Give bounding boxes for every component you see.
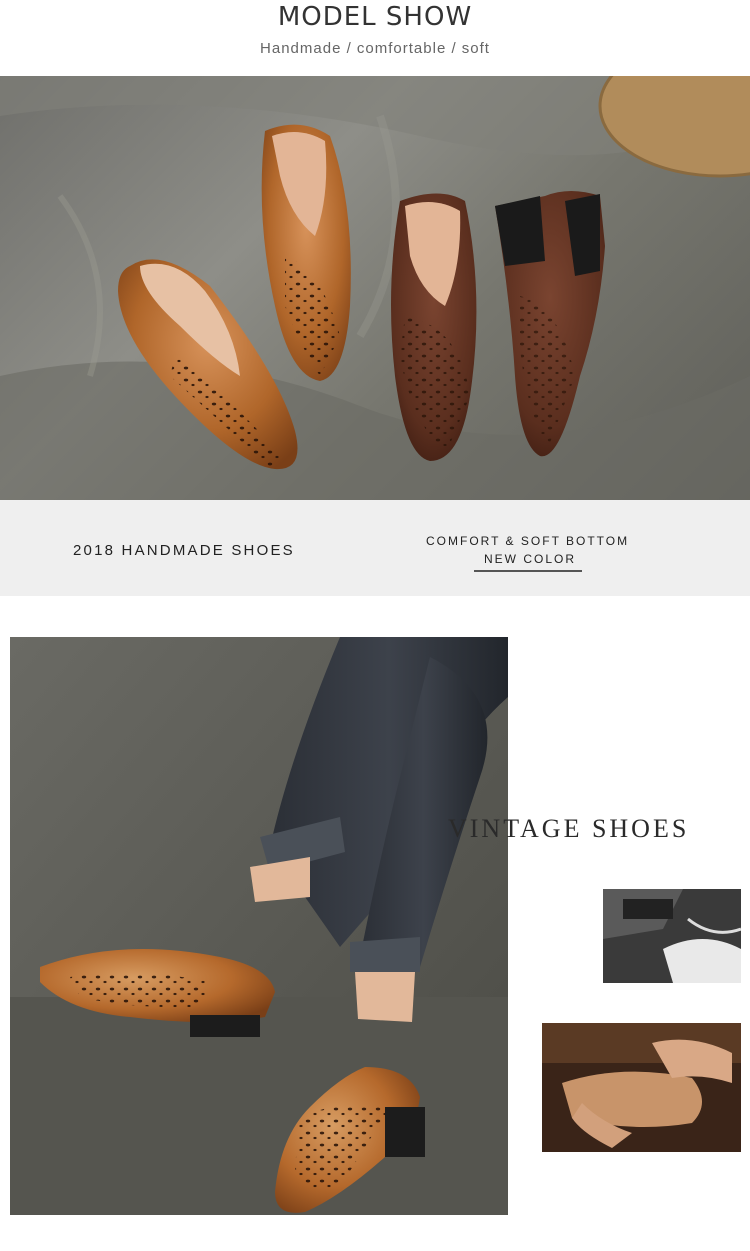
header-section: MODEL SHOW Handmade / comfortable / soft [0, 0, 750, 76]
banner-underline [474, 570, 582, 572]
vintage-heading: VINTAGE SHOES [448, 814, 690, 843]
page-title: MODEL SHOW [277, 2, 473, 32]
shoes-flatlay-photo [0, 76, 750, 500]
model-image [10, 637, 508, 1215]
promo-banner: 2018 HANDMADE SHOES COMFORT & SOFT BOTTO… [0, 500, 750, 596]
thumbnail-sewing [603, 889, 741, 983]
thumbnail-crafting [542, 1023, 741, 1152]
banner-right-line2: NEW COLOR [484, 552, 577, 566]
banner-left-text: 2018 HANDMADE SHOES [73, 542, 295, 559]
model-wearing-shoes-photo [10, 637, 508, 1215]
leather-crafting-photo [542, 1023, 741, 1152]
hero-image [0, 76, 750, 500]
sewing-machine-photo [603, 889, 741, 983]
page-subtitle: Handmade / comfortable / soft [260, 40, 490, 57]
banner-right-line1: COMFORT & SOFT BOTTOM [426, 534, 630, 548]
